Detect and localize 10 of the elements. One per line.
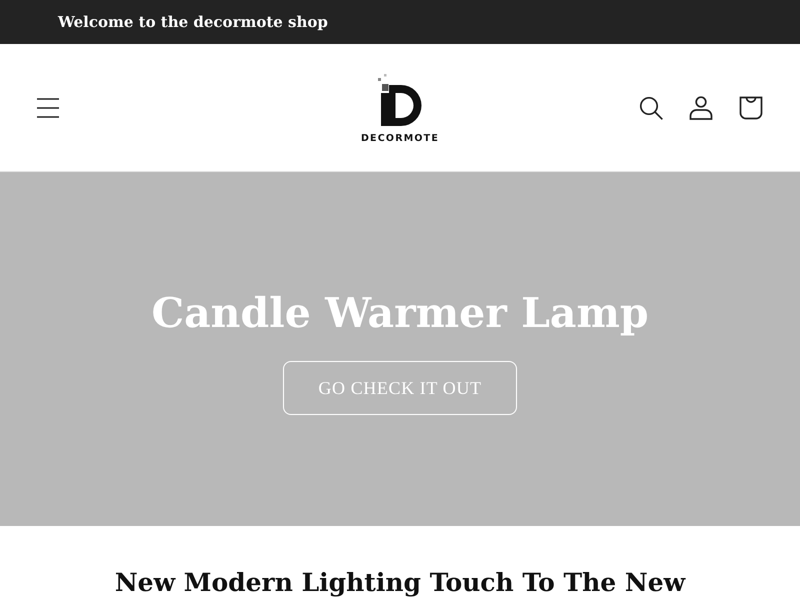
section-heading: New Modern Lighting Touch To The New xyxy=(114,568,686,598)
logo-icon[interactable] xyxy=(376,74,423,128)
cta-button[interactable]: GO CHECK IT OUT xyxy=(283,361,517,415)
search-icon[interactable] xyxy=(639,96,663,120)
hero-title: Candle Warmer Lamp xyxy=(151,288,649,339)
menu-icon[interactable] xyxy=(37,98,59,118)
logo-text: DECORMOTE xyxy=(360,132,440,144)
cart-icon[interactable] xyxy=(739,96,763,120)
account-icon[interactable] xyxy=(689,96,713,120)
announcement-text: Welcome to the decormote shop xyxy=(58,12,328,32)
